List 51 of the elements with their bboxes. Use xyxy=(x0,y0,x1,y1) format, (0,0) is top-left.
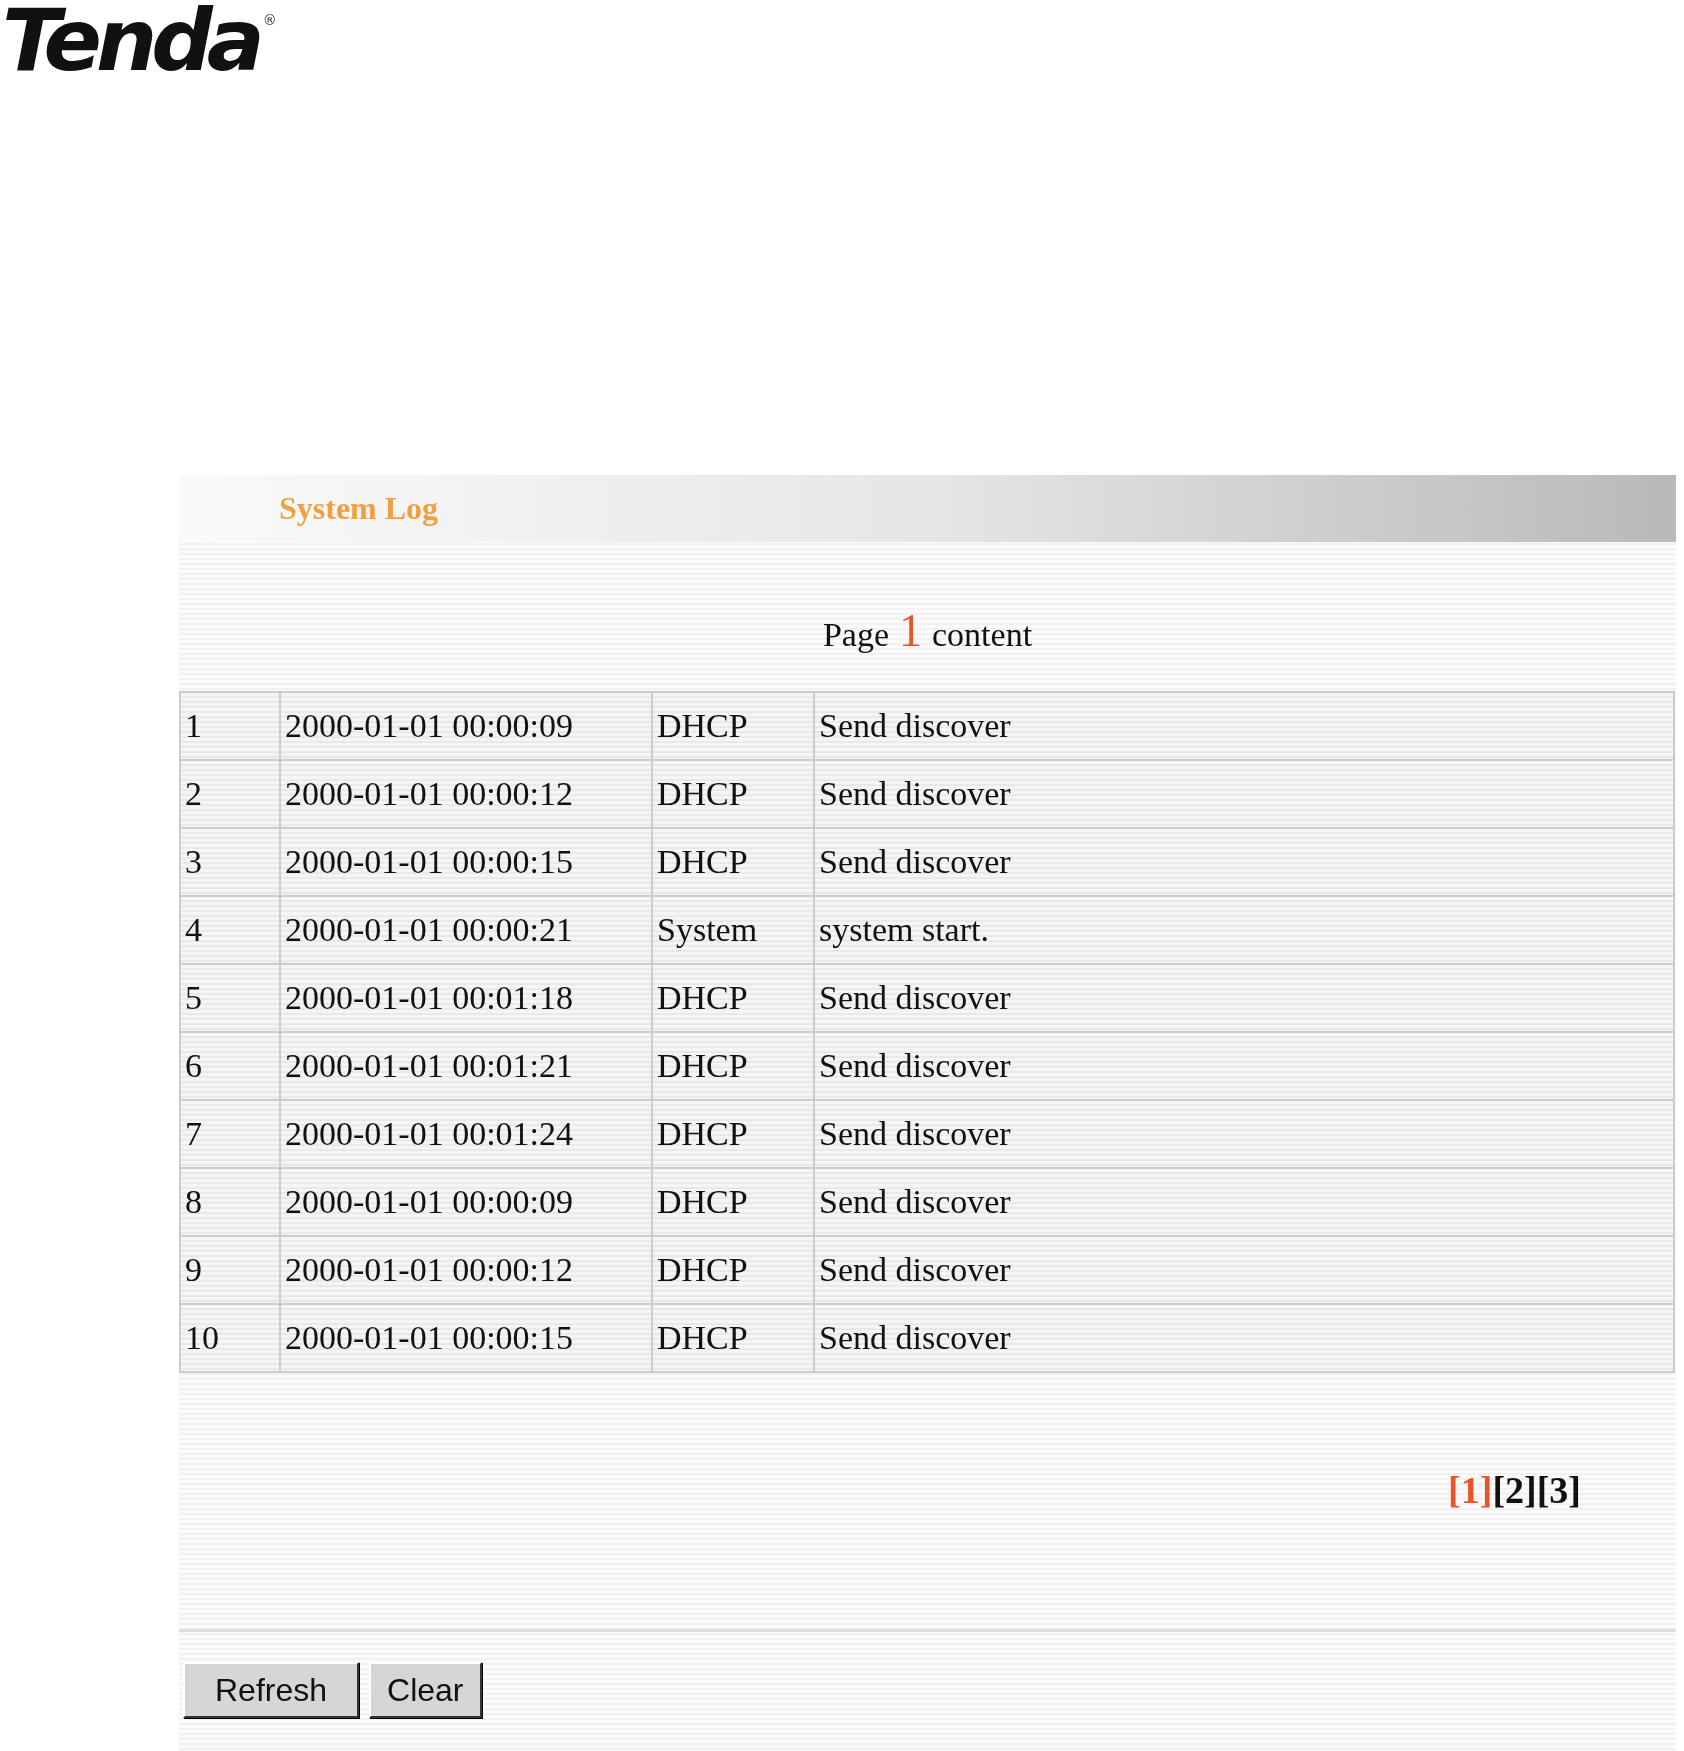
table-cell: 2000-01-01 00:00:21 xyxy=(281,897,653,963)
table-cell: Send discover xyxy=(815,1169,1673,1235)
table-cell: 9 xyxy=(181,1237,281,1303)
panel-title: System Log xyxy=(279,490,439,527)
page-link[interactable]: [1] xyxy=(1448,1468,1493,1512)
brand-logo: Tenda xyxy=(2,0,259,80)
table-cell: Send discover xyxy=(815,761,1673,827)
table-cell: 2000-01-01 00:00:15 xyxy=(281,829,653,895)
table-cell: DHCP xyxy=(653,693,815,759)
table-cell: DHCP xyxy=(653,761,815,827)
table-cell: System xyxy=(653,897,815,963)
caption-text: Page xyxy=(822,616,889,654)
caption-text: content xyxy=(932,616,1033,654)
table-cell: Send discover xyxy=(815,1237,1673,1303)
table-cell: 1 xyxy=(181,693,281,759)
table-cell: 10 xyxy=(181,1305,281,1371)
refresh-button[interactable]: Refresh xyxy=(183,1662,360,1718)
table-cell: 7 xyxy=(181,1101,281,1167)
table-cell: 2000-01-01 00:01:24 xyxy=(281,1101,653,1167)
table-cell: DHCP xyxy=(653,829,815,895)
table-cell: 5 xyxy=(181,965,281,1031)
table-cell: 3 xyxy=(181,829,281,895)
table-cell: DHCP xyxy=(653,1101,815,1167)
table-cell: 2000-01-01 00:00:09 xyxy=(281,693,653,759)
table-cell: Send discover xyxy=(815,1101,1673,1167)
table-cell: 2000-01-01 00:00:15 xyxy=(281,1305,653,1371)
table-cell: DHCP xyxy=(653,1237,815,1303)
table-cell: Send discover xyxy=(815,965,1673,1031)
page-link[interactable]: [3] xyxy=(1536,1468,1581,1512)
table-cell: 2000-01-01 00:01:21 xyxy=(281,1033,653,1099)
registered-mark: ® xyxy=(262,12,277,28)
table-cell: 8 xyxy=(181,1169,281,1235)
table-cell: DHCP xyxy=(653,1305,815,1371)
table-cell: 2000-01-01 00:00:09 xyxy=(281,1169,653,1235)
page-link[interactable]: [2] xyxy=(1492,1468,1537,1512)
clear-button[interactable]: Clear xyxy=(369,1662,482,1718)
current-page-number: 1 xyxy=(899,604,922,657)
table-cell: 2000-01-01 00:01:18 xyxy=(281,965,653,1031)
table-cell: DHCP xyxy=(653,965,815,1031)
table-cell: 2000-01-01 00:00:12 xyxy=(281,1237,653,1303)
table-cell: DHCP xyxy=(653,1169,815,1235)
table-cell: Send discover xyxy=(815,829,1673,895)
table-cell: Send discover xyxy=(815,1305,1673,1371)
table-cell: DHCP xyxy=(653,1033,815,1099)
table-cell: system start. xyxy=(815,897,1673,963)
table-cell: Send discover xyxy=(815,1033,1673,1099)
table-cell: 6 xyxy=(181,1033,281,1099)
table-cell: 2000-01-01 00:00:12 xyxy=(281,761,653,827)
table-cell: Send discover xyxy=(815,693,1673,759)
table-cell: 2 xyxy=(181,761,281,827)
table-cell: 4 xyxy=(181,897,281,963)
